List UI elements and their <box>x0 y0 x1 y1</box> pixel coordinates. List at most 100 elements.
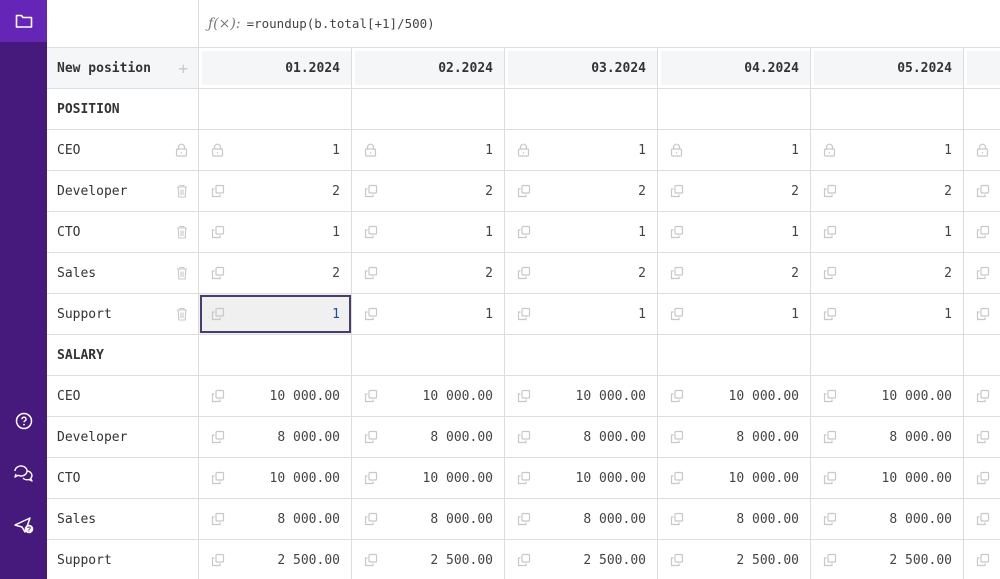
copy-icon[interactable] <box>823 512 837 526</box>
copy-icon[interactable] <box>823 553 837 567</box>
value-cell[interactable]: 10 000.00 <box>352 458 505 498</box>
value-cell[interactable]: 2 <box>352 253 505 293</box>
value-cell[interactable] <box>964 540 1000 579</box>
value-cell[interactable]: 2 500.00 <box>811 540 964 579</box>
delete-icon[interactable] <box>176 266 188 280</box>
copy-icon[interactable] <box>517 225 531 239</box>
copy-icon[interactable] <box>670 553 684 567</box>
copy-icon[interactable] <box>823 184 837 198</box>
value-cell[interactable]: 10 000.00 <box>199 376 352 416</box>
row-label-cell[interactable]: Support <box>47 294 199 334</box>
value-cell[interactable]: 2 <box>658 253 811 293</box>
value-cell[interactable] <box>964 171 1000 211</box>
value-cell[interactable]: 8 000.00 <box>199 417 352 457</box>
copy-icon[interactable] <box>823 266 837 280</box>
row-label-cell[interactable]: Support <box>47 540 199 579</box>
copy-icon[interactable] <box>976 266 990 280</box>
value-cell[interactable]: 10 000.00 <box>811 458 964 498</box>
add-icon[interactable]: + <box>178 59 188 78</box>
value-cell[interactable] <box>964 294 1000 334</box>
copy-icon[interactable] <box>211 512 225 526</box>
copy-icon[interactable] <box>517 471 531 485</box>
copy-icon[interactable] <box>364 389 378 403</box>
copy-icon[interactable] <box>976 471 990 485</box>
value-cell[interactable]: 10 000.00 <box>505 458 658 498</box>
value-cell[interactable]: 2 <box>811 253 964 293</box>
send-help-button[interactable]: ? <box>0 510 47 540</box>
copy-icon[interactable] <box>670 430 684 444</box>
copy-icon[interactable] <box>364 225 378 239</box>
value-cell[interactable]: 10 000.00 <box>658 376 811 416</box>
copy-icon[interactable] <box>517 266 531 280</box>
value-cell[interactable]: 1 <box>811 212 964 252</box>
copy-icon[interactable] <box>211 307 225 321</box>
section-empty-cell[interactable] <box>352 335 505 375</box>
row-label-cell[interactable]: CTO <box>47 458 199 498</box>
value-cell[interactable]: 8 000.00 <box>811 417 964 457</box>
row-label-cell[interactable]: Sales <box>47 253 199 293</box>
value-cell[interactable]: 1 <box>199 130 352 170</box>
copy-icon[interactable] <box>517 307 531 321</box>
delete-icon[interactable] <box>176 184 188 198</box>
delete-icon[interactable] <box>176 225 188 239</box>
value-cell[interactable]: 2 500.00 <box>505 540 658 579</box>
value-cell[interactable]: 2 <box>505 171 658 211</box>
copy-icon[interactable] <box>211 184 225 198</box>
copy-icon[interactable] <box>364 430 378 444</box>
copy-icon[interactable] <box>517 184 531 198</box>
value-cell[interactable]: 2 <box>658 171 811 211</box>
copy-icon[interactable] <box>976 389 990 403</box>
section-empty-cell[interactable] <box>658 89 811 129</box>
copy-icon[interactable] <box>517 512 531 526</box>
copy-icon[interactable] <box>670 266 684 280</box>
value-cell[interactable]: 2 <box>505 253 658 293</box>
copy-icon[interactable] <box>670 184 684 198</box>
copy-icon[interactable] <box>211 553 225 567</box>
row-label-cell[interactable]: CEO <box>47 130 199 170</box>
value-cell[interactable]: 8 000.00 <box>811 499 964 539</box>
help-button[interactable] <box>0 406 47 436</box>
new-position-cell[interactable]: New position + <box>47 48 199 88</box>
row-label-cell[interactable]: Sales <box>47 499 199 539</box>
value-cell[interactable]: 1 <box>352 130 505 170</box>
value-cell[interactable]: 2 500.00 <box>199 540 352 579</box>
copy-icon[interactable] <box>823 307 837 321</box>
value-cell[interactable]: 2 <box>199 171 352 211</box>
copy-icon[interactable] <box>517 430 531 444</box>
value-cell[interactable] <box>964 130 1000 170</box>
value-cell[interactable]: 1 <box>505 212 658 252</box>
copy-icon[interactable] <box>211 266 225 280</box>
copy-icon[interactable] <box>976 512 990 526</box>
value-cell[interactable] <box>964 458 1000 498</box>
value-cell[interactable]: 8 000.00 <box>352 417 505 457</box>
value-cell[interactable] <box>964 499 1000 539</box>
section-empty-cell[interactable] <box>505 89 658 129</box>
section-empty-cell[interactable] <box>199 89 352 129</box>
copy-icon[interactable] <box>364 553 378 567</box>
month-header[interactable]: 05.2024 <box>811 48 964 88</box>
value-cell[interactable]: 1 <box>199 212 352 252</box>
value-cell[interactable]: 1 <box>352 212 505 252</box>
formula-expression[interactable]: =roundup(b.total[+1]/500) <box>247 16 435 31</box>
copy-icon[interactable] <box>823 225 837 239</box>
value-cell[interactable] <box>964 212 1000 252</box>
section-empty-cell[interactable] <box>811 89 964 129</box>
value-cell[interactable]: 2 <box>199 253 352 293</box>
row-label-cell[interactable]: Developer <box>47 171 199 211</box>
section-empty-cell[interactable] <box>505 335 658 375</box>
value-cell[interactable]: 8 000.00 <box>505 499 658 539</box>
chat-help-button[interactable] <box>0 458 47 488</box>
value-cell[interactable]: 10 000.00 <box>505 376 658 416</box>
value-cell[interactable]: 2 <box>811 171 964 211</box>
copy-icon[interactable] <box>823 389 837 403</box>
month-header[interactable] <box>964 48 1000 88</box>
section-empty-cell[interactable] <box>964 335 1000 375</box>
row-label-cell[interactable]: CTO <box>47 212 199 252</box>
value-cell[interactable] <box>964 417 1000 457</box>
copy-icon[interactable] <box>211 225 225 239</box>
copy-icon[interactable] <box>211 471 225 485</box>
copy-icon[interactable] <box>976 184 990 198</box>
copy-icon[interactable] <box>364 266 378 280</box>
month-header[interactable]: 01.2024 <box>199 48 352 88</box>
copy-icon[interactable] <box>364 184 378 198</box>
